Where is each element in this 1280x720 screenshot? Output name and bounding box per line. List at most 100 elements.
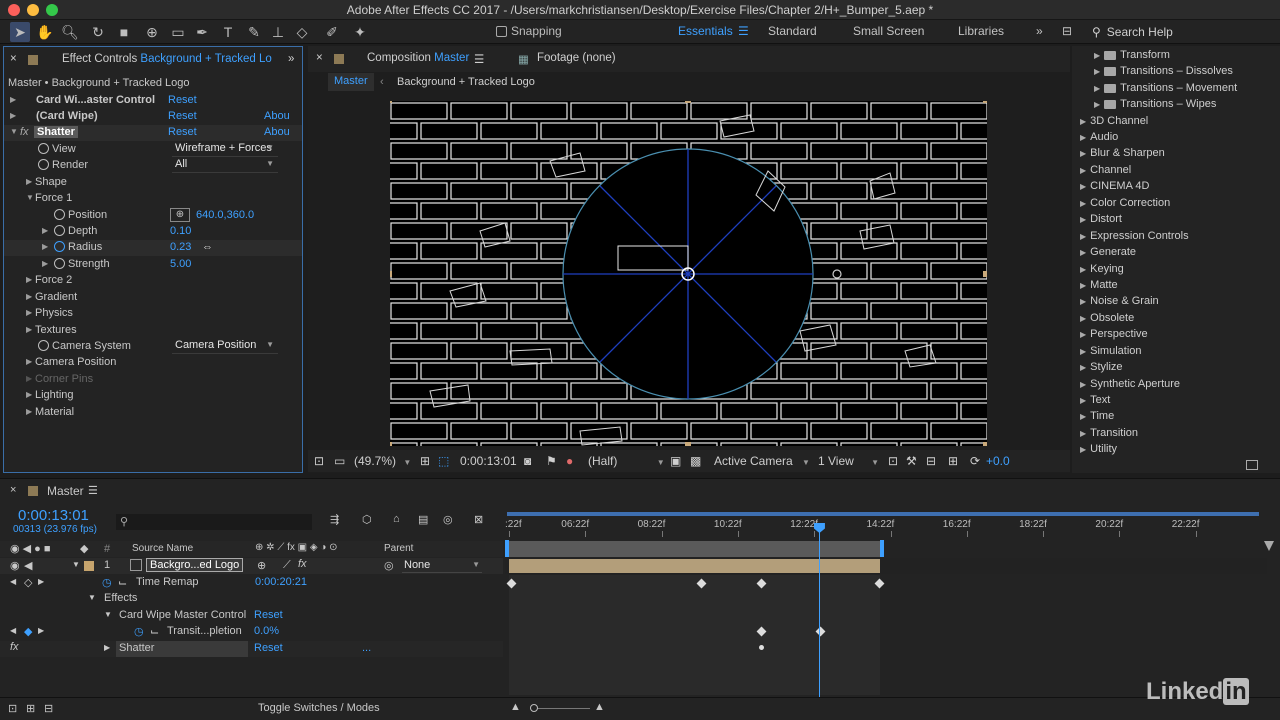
expand-arrow-icon[interactable]: ▶	[26, 407, 32, 416]
position-value[interactable]: 640.0,360.0	[196, 209, 254, 221]
shatter-keyframe[interactable]	[759, 645, 764, 650]
layer-handle-tl[interactable]	[390, 101, 392, 103]
stopwatch-icon[interactable]	[54, 241, 65, 252]
radius-value[interactable]: 0.23	[170, 241, 191, 253]
work-area-bar[interactable]	[505, 509, 1267, 519]
layer-handle-br[interactable]	[983, 442, 987, 446]
always-preview-icon[interactable]: ⊡	[314, 454, 324, 468]
stopwatch-icon[interactable]	[54, 225, 65, 236]
panel-overflow-icon[interactable]: »	[288, 53, 294, 65]
stopwatch-icon[interactable]	[54, 258, 65, 269]
layer-row[interactable]: ◉ ◀ ▼ 1 Backgro...ed Logo ⊕ ⟋ fx ◎ None …	[0, 558, 503, 574]
playhead-line[interactable]	[813, 523, 825, 698]
stopwatch-icon[interactable]	[38, 143, 49, 154]
snapping-toggle[interactable]: Snapping	[496, 24, 562, 38]
selection-tool-icon[interactable]: ➤	[10, 22, 30, 42]
clone-stamp-tool-icon[interactable]: ⊥	[268, 22, 288, 42]
fast-previews-icon[interactable]: ⚒	[906, 454, 917, 468]
rectangle-tool-icon[interactable]: ▭	[168, 22, 188, 42]
label-color-swatch[interactable]	[84, 561, 94, 571]
composition-viewer[interactable]	[390, 101, 987, 446]
effect-controls-tab[interactable]: Effect Controls Background + Tracked Lo	[62, 53, 272, 65]
pan-behind-tool-icon[interactable]: ⊕	[142, 22, 162, 42]
workspace-small-screen[interactable]: Small Screen	[853, 24, 924, 38]
work-area-start-handle[interactable]	[505, 540, 509, 557]
workspace-essentials[interactable]: Essentials	[678, 24, 733, 38]
toggle-pixel-aspect-icon[interactable]: ⊡	[888, 454, 898, 468]
work-area-end-handle[interactable]	[880, 540, 884, 557]
parent-header[interactable]: Parent	[384, 543, 413, 554]
fx-category[interactable]: ▶ Perspective	[1080, 328, 1148, 344]
current-time[interactable]: 0:00:13:01	[460, 454, 517, 468]
brush-tool-icon[interactable]: ✎	[244, 22, 264, 42]
layer-duration-bar[interactable]	[509, 559, 880, 573]
camera-system-dropdown[interactable]: Camera Position ▼	[172, 339, 278, 354]
group-row-corner-pins[interactable]: ▶ Corner Pins	[4, 372, 302, 388]
collapse-arrow-icon[interactable]: ▼	[88, 593, 96, 602]
expand-in-out-icon[interactable]: ⊟	[44, 702, 53, 715]
channel-icon[interactable]: ●	[566, 454, 573, 468]
timeline-tab[interactable]: Master	[47, 484, 84, 498]
group-row-camera-position[interactable]: ▶ Camera Position	[4, 355, 302, 371]
visibility-eye-icon[interactable]: ◉	[10, 559, 20, 572]
effect-row-card-wipe[interactable]: ▶ (Card Wipe) Reset Abou	[4, 109, 302, 125]
shatter-row[interactable]: fx ▶ Shatter Reset ...	[0, 641, 503, 657]
work-area-track[interactable]	[505, 541, 883, 557]
fx-category[interactable]: ▶ Simulation	[1080, 345, 1142, 361]
expand-arrow-icon[interactable]: ▶	[10, 95, 16, 104]
snapshot-icon[interactable]: ◙	[524, 454, 531, 468]
close-tab-icon[interactable]: ×	[10, 484, 16, 496]
group-row-gradient[interactable]: ▶ Gradient	[4, 290, 302, 306]
resolution-dropdown[interactable]: (Half) ▼	[588, 454, 665, 468]
layer-handle-tc[interactable]	[685, 101, 691, 103]
stopwatch-icon[interactable]	[54, 209, 65, 220]
group-row-lighting[interactable]: ▶ Lighting	[4, 388, 302, 404]
fx-icon[interactable]: fx	[10, 641, 19, 653]
type-tool-icon[interactable]: T	[218, 22, 238, 42]
hand-tool-icon[interactable]: ✋	[35, 22, 55, 42]
stopwatch-icon[interactable]: ◷	[102, 576, 112, 589]
fx-category[interactable]: ▶ Generate	[1080, 246, 1136, 262]
expand-layer-switches-icon[interactable]: ⊡	[8, 702, 17, 715]
more-workspaces-icon[interactable]: »	[1036, 24, 1043, 38]
motion-blur-icon[interactable]: ◎	[443, 513, 453, 526]
rotation-tool-icon[interactable]: ↻	[88, 22, 108, 42]
quality-switch-icon[interactable]: ⟋	[283, 559, 291, 572]
zoom-tool-icon[interactable]: 🔍︎	[60, 22, 80, 42]
fx-subfolder-transform[interactable]: ▶ Transform	[1094, 49, 1170, 65]
fx-category[interactable]: ▶ Time	[1080, 410, 1114, 426]
fx-category[interactable]: ▶ Color Correction	[1080, 197, 1170, 213]
layer-name[interactable]: Backgro...ed Logo	[146, 558, 244, 572]
expand-arrow-icon[interactable]: ▶	[26, 325, 32, 334]
expand-arrow-icon[interactable]: ▶	[26, 390, 32, 399]
fx-category[interactable]: ▶ Text	[1080, 394, 1110, 410]
reset-link[interactable]: Reset	[168, 126, 197, 138]
expand-arrow-icon[interactable]: ▶	[26, 292, 32, 301]
roto-brush-tool-icon[interactable]: ✐	[322, 22, 342, 42]
expand-arrow-icon[interactable]: ▶	[26, 357, 32, 366]
render-dropdown[interactable]: All ▼	[172, 158, 278, 173]
eraser-tool-icon[interactable]: ◇	[292, 22, 312, 42]
fx-category[interactable]: ▶ Keying	[1080, 263, 1124, 279]
zoom-slider-thumb[interactable]	[530, 704, 538, 712]
zoom-out-icon[interactable]: ▲	[510, 701, 521, 713]
view-dropdown[interactable]: Wireframe + Forces ▼	[172, 142, 278, 157]
group-row-textures[interactable]: ▶ Textures	[4, 323, 302, 339]
region-of-interest-icon[interactable]: ▣	[670, 454, 681, 468]
reset-exposure-icon[interactable]: ⟳	[970, 454, 980, 468]
expand-arrow-icon[interactable]: ▶	[42, 226, 48, 235]
search-help-field[interactable]: ⚲ Search Help	[1092, 22, 1278, 42]
monitor-icon[interactable]: ▭	[334, 454, 345, 468]
about-link[interactable]: Abou	[264, 110, 290, 122]
show-snapshot-icon[interactable]: ⚑	[546, 454, 557, 468]
camera-dropdown[interactable]: Active Camera ▼	[714, 454, 810, 468]
group-row-force-2[interactable]: ▶ Force 2	[4, 273, 302, 289]
effect-row-shatter[interactable]: ▼ fx Shatter Reset Abou	[4, 125, 302, 141]
comp-mini-flowchart-icon[interactable]: ⇶	[330, 513, 339, 526]
flowchart-icon[interactable]: ⊞	[948, 454, 958, 468]
fx-category[interactable]: ▶ Synthetic Aperture	[1080, 378, 1180, 394]
expand-arrow-icon[interactable]: ▶	[42, 259, 48, 268]
composition-tab[interactable]: Composition Master	[367, 52, 469, 64]
fx-category[interactable]: ▶ 3D Channel	[1080, 115, 1148, 131]
comp-button-icon[interactable]	[1264, 541, 1274, 551]
